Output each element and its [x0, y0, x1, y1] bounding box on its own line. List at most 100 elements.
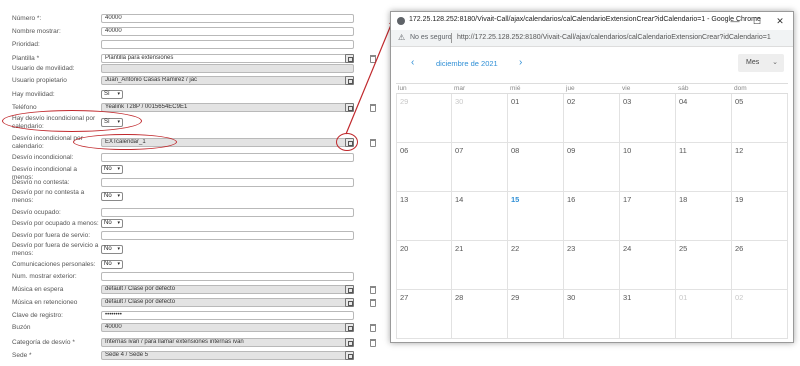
text-field[interactable]: default / Clase por defecto: [101, 298, 354, 307]
text-field[interactable]: [101, 208, 354, 217]
text-field[interactable]: 40000: [101, 27, 354, 36]
field-label: Nombre mostrar:: [12, 28, 61, 35]
calendar-day-cell[interactable]: 17: [620, 192, 676, 241]
next-month-button[interactable]: ›: [519, 57, 522, 68]
calendar-day-cell[interactable]: 07: [452, 143, 508, 192]
calendar-day-cell[interactable]: 13: [396, 192, 452, 241]
yes-no-select[interactable]: Sí ▾: [101, 90, 123, 99]
text-field[interactable]: 40000: [101, 323, 354, 332]
address-bar[interactable]: ⚠ No es seguro http://172.25.128.252:818…: [391, 30, 793, 47]
calendar-day-cell[interactable]: 12: [732, 143, 788, 192]
lookup-icon[interactable]: [345, 285, 354, 294]
minimize-button[interactable]: —: [729, 15, 741, 27]
maximize-button[interactable]: ☐: [751, 15, 763, 27]
trash-icon[interactable]: [370, 139, 376, 147]
address-separator: [451, 33, 452, 43]
yes-no-select[interactable]: No ▾: [101, 165, 123, 174]
text-field[interactable]: Juan_Antonio Casas Ramirez / jac: [101, 76, 354, 85]
field-label: Desvío no contesta:: [12, 179, 70, 186]
text-field[interactable]: [101, 40, 354, 49]
calendar-day-cell[interactable]: 01: [508, 94, 564, 143]
yes-no-select[interactable]: No ▾: [101, 260, 123, 269]
text-field[interactable]: [101, 64, 354, 73]
calendar-day-cell[interactable]: 24: [620, 241, 676, 290]
field-label: Música en retencioneo: [12, 299, 78, 306]
globe-icon: [397, 17, 405, 25]
field-label: Num. mostrar exterior:: [12, 273, 77, 280]
text-field[interactable]: [101, 272, 354, 281]
trash-icon[interactable]: [370, 286, 376, 294]
trash-icon[interactable]: [370, 339, 376, 347]
text-field[interactable]: Yealink T28P / 0015654EC9E1: [101, 103, 354, 112]
calendar-day-cell[interactable]: 08: [508, 143, 564, 192]
url-text[interactable]: http://172.25.128.252:8180/Vivait-Call/a…: [457, 34, 771, 41]
field-label: Usuario propietario: [12, 77, 67, 84]
weekday-header: dom: [732, 83, 788, 94]
calendar-day-cell[interactable]: 21: [452, 241, 508, 290]
chevron-down-icon: ⌄: [772, 59, 778, 66]
yes-no-select[interactable]: No ▾: [101, 219, 123, 228]
calendar-day-cell[interactable]: 22: [508, 241, 564, 290]
calendar-day-cell[interactable]: 29: [396, 94, 452, 143]
calendar-day-cell[interactable]: 30: [452, 94, 508, 143]
security-label: No es seguro: [410, 34, 452, 41]
calendar-day-cell[interactable]: 06: [396, 143, 452, 192]
text-field[interactable]: default / Clase por defecto: [101, 285, 354, 294]
lookup-icon[interactable]: [345, 323, 354, 332]
text-field[interactable]: ••••••••: [101, 311, 354, 320]
field-label: Desvío por fuera de servicio a menos:: [12, 242, 99, 257]
calendar-day-cell[interactable]: 28: [452, 290, 508, 339]
calendar-day-cell[interactable]: 16: [564, 192, 620, 241]
text-field[interactable]: Internas ivan / para llamar extensiones …: [101, 338, 354, 347]
calendar-day-cell[interactable]: 15: [508, 192, 564, 241]
calendar-day-cell[interactable]: 20: [396, 241, 452, 290]
weekday-header: jue: [564, 83, 620, 94]
calendar-day-cell[interactable]: 26: [732, 241, 788, 290]
calendar-day-cell[interactable]: 23: [564, 241, 620, 290]
trash-icon[interactable]: [370, 324, 376, 332]
chevron-down-icon: ▾: [117, 246, 120, 252]
trash-icon[interactable]: [370, 299, 376, 307]
field-label: Sede *: [12, 352, 32, 359]
calendar-day-cell[interactable]: 27: [396, 290, 452, 339]
yes-no-select[interactable]: No ▾: [101, 192, 123, 201]
text-field[interactable]: [101, 231, 354, 240]
prev-month-button[interactable]: ‹: [411, 57, 414, 68]
calendar-day-cell[interactable]: 05: [732, 94, 788, 143]
title-bar: 172.25.128.252:8180/Vivait-Call/ajax/cal…: [391, 12, 793, 30]
select-value: No: [104, 261, 112, 267]
field-label: Usuario de movilidad:: [12, 65, 75, 72]
chevron-down-icon: ▾: [117, 193, 120, 199]
calendar-day-cell[interactable]: 03: [620, 94, 676, 143]
lookup-icon[interactable]: [345, 298, 354, 307]
text-field[interactable]: [101, 178, 354, 187]
calendar-day-cell[interactable]: 02: [564, 94, 620, 143]
calendar-day-cell[interactable]: 14: [452, 192, 508, 241]
calendar-day-cell[interactable]: 29: [508, 290, 564, 339]
field-label: Desvío por fuera de servio:: [12, 232, 91, 239]
calendar-day-cell[interactable]: 19: [732, 192, 788, 241]
field-label: Música en espera: [12, 286, 64, 293]
field-label: Desvío por ocupado a menos:: [12, 220, 99, 227]
text-field[interactable]: Sede 4 / Sede 5: [101, 351, 354, 360]
lookup-icon[interactable]: [345, 351, 354, 360]
calendar-day-cell[interactable]: 09: [564, 143, 620, 192]
calendar-day-cell[interactable]: 02: [732, 290, 788, 339]
calendar-day-cell[interactable]: 10: [620, 143, 676, 192]
calendar-day-cell[interactable]: 25: [676, 241, 732, 290]
calendar-day-cell[interactable]: 31: [620, 290, 676, 339]
calendar-day-cell[interactable]: 04: [676, 94, 732, 143]
field-label: Buzón: [12, 324, 31, 331]
month-title: diciembre de 2021: [436, 59, 498, 68]
calendar-day-cell[interactable]: 01: [676, 290, 732, 339]
calendar-day-cell[interactable]: 11: [676, 143, 732, 192]
view-selector[interactable]: Mes ⌄: [738, 54, 784, 72]
calendar-day-cell[interactable]: 30: [564, 290, 620, 339]
text-field[interactable]: [101, 153, 354, 162]
text-field[interactable]: Plantilla para extensiones: [101, 54, 354, 63]
yes-no-select[interactable]: No ▾: [101, 245, 123, 254]
lookup-icon[interactable]: [345, 338, 354, 347]
calendar-day-cell[interactable]: 18: [676, 192, 732, 241]
text-field[interactable]: 40000: [101, 14, 354, 23]
close-button[interactable]: ✕: [774, 15, 786, 27]
